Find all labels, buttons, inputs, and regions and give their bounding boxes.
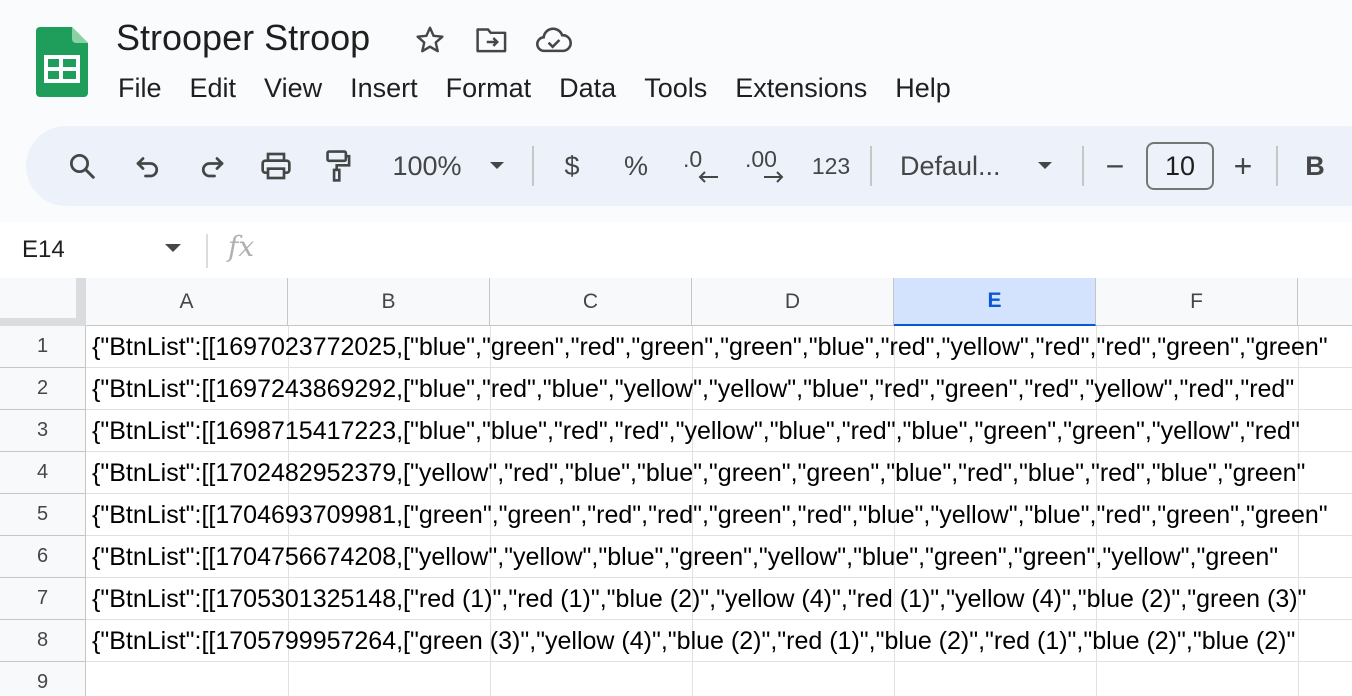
row-header-1[interactable]: 1: [0, 326, 86, 368]
bold-button[interactable]: B: [1300, 126, 1330, 206]
column-header-g[interactable]: [1298, 278, 1352, 326]
cell-a3[interactable]: {"BtnList":[[1698715417223,["blue","blue…: [92, 410, 1352, 452]
increase-decimal-button[interactable]: .00: [742, 126, 792, 206]
cloud-status-icon[interactable]: [534, 22, 574, 58]
increase-font-size-button[interactable]: +: [1228, 126, 1258, 206]
cell-a2[interactable]: {"BtnList":[[1697243869292,["blue","red"…: [92, 368, 1352, 410]
row-header-8[interactable]: 8: [0, 620, 86, 662]
menu-view[interactable]: View: [250, 73, 336, 104]
column-header-b[interactable]: B: [288, 278, 490, 326]
row-header-2[interactable]: 2: [0, 368, 86, 410]
cell-a7[interactable]: {"BtnList":[[1705301325148,["red (1)","r…: [92, 578, 1352, 620]
column-header-c[interactable]: C: [490, 278, 692, 326]
toolbar: 100% $ % .0 .00 123 Defaul... − 10 + B: [26, 126, 1352, 206]
redo-icon[interactable]: [190, 126, 234, 206]
decrease-font-size-button[interactable]: −: [1100, 126, 1130, 206]
star-icon[interactable]: [410, 22, 450, 58]
menu-file[interactable]: File: [104, 73, 176, 104]
font-size-input[interactable]: 10: [1146, 142, 1214, 190]
font-chevron-down-icon[interactable]: [1030, 126, 1060, 206]
undo-icon[interactable]: [126, 126, 170, 206]
print-icon[interactable]: [254, 126, 298, 206]
menu-insert[interactable]: Insert: [336, 73, 432, 104]
cell-a6[interactable]: {"BtnList":[[1704756674208,["yellow","ye…: [92, 536, 1352, 578]
row-header-5[interactable]: 5: [0, 494, 86, 536]
cell-a9[interactable]: [92, 662, 1352, 696]
cell-a5[interactable]: {"BtnList":[[1704693709981,["green","gre…: [92, 494, 1352, 536]
menu-tools[interactable]: Tools: [630, 73, 721, 104]
zoom-select[interactable]: 100%: [384, 126, 470, 206]
percent-format-button[interactable]: %: [620, 126, 652, 206]
row-header-7[interactable]: 7: [0, 578, 86, 620]
toolbar-divider: [870, 146, 872, 186]
formula-bar: E14 fx: [0, 222, 1352, 278]
cell-a4[interactable]: {"BtnList":[[1702482952379,["yellow","re…: [92, 452, 1352, 494]
column-header-a[interactable]: A: [86, 278, 288, 326]
sheets-app: Strooper Stroop File Edit View Insert Fo…: [0, 0, 1352, 696]
menu-bar: File Edit View Insert Format Data Tools …: [104, 68, 965, 108]
menu-format[interactable]: Format: [432, 73, 546, 104]
cell-a8[interactable]: {"BtnList":[[1705799957264,["green (3)",…: [92, 620, 1352, 662]
paint-format-icon[interactable]: [316, 126, 360, 206]
column-header-f[interactable]: F: [1096, 278, 1298, 326]
row-header-4[interactable]: 4: [0, 452, 86, 494]
zoom-chevron-down-icon[interactable]: [482, 126, 512, 206]
title-actions: [410, 22, 574, 58]
move-folder-icon[interactable]: [472, 22, 512, 58]
column-header-e[interactable]: E: [894, 278, 1096, 326]
menu-data[interactable]: Data: [545, 73, 630, 104]
font-family-select[interactable]: Defaul...: [900, 126, 1012, 206]
name-box-chevron-down-icon[interactable]: [164, 240, 182, 258]
column-header-d[interactable]: D: [692, 278, 894, 326]
fx-icon: fx: [228, 230, 255, 263]
search-icon[interactable]: [60, 126, 104, 206]
toolbar-divider: [532, 146, 534, 186]
row-header-3[interactable]: 3: [0, 410, 86, 452]
sheets-logo-icon[interactable]: [36, 27, 88, 97]
increase-decimal-label: .00: [745, 146, 777, 172]
currency-format-button[interactable]: $: [556, 126, 588, 206]
spreadsheet-grid: A B C D E F 1 {"BtnList":[[1697023772025…: [0, 278, 1352, 696]
menu-help[interactable]: Help: [881, 73, 965, 104]
toolbar-divider: [1276, 146, 1278, 186]
decrease-decimal-label: .0: [683, 146, 703, 172]
row-header-6[interactable]: 6: [0, 536, 86, 578]
toolbar-divider: [1082, 146, 1084, 186]
menu-extensions[interactable]: Extensions: [721, 73, 881, 104]
cell-a1[interactable]: {"BtnList":[[1697023772025,["blue","gree…: [92, 326, 1352, 368]
row-header-9[interactable]: 9: [0, 662, 86, 696]
number-format-button[interactable]: 123: [808, 126, 854, 206]
freeze-row-handle[interactable]: [0, 318, 86, 326]
menu-edit[interactable]: Edit: [176, 73, 251, 104]
formula-bar-divider: [206, 234, 208, 268]
decrease-decimal-button[interactable]: .0: [678, 126, 724, 206]
name-box[interactable]: E14: [22, 222, 65, 278]
document-title[interactable]: Strooper Stroop: [116, 16, 370, 60]
